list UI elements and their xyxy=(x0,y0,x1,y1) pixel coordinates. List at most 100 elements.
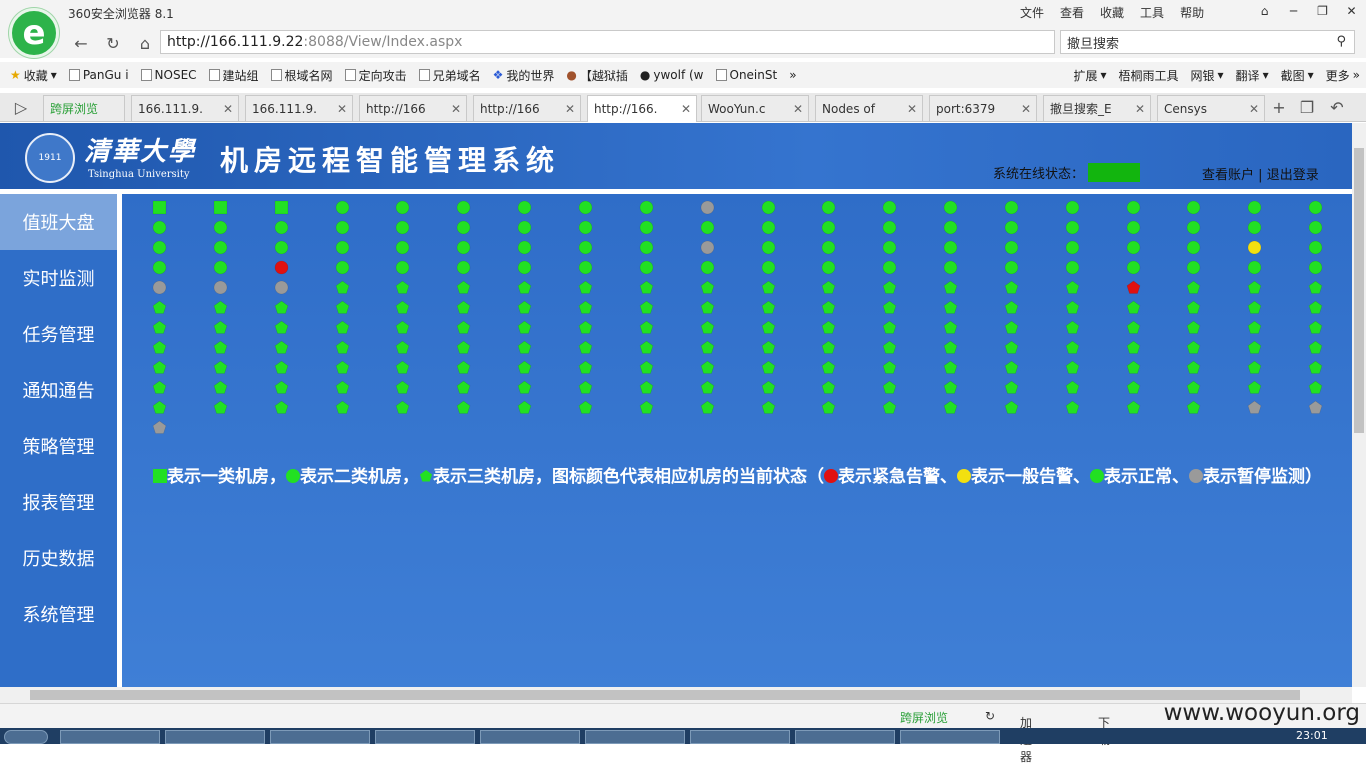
room-circle-normal-icon[interactable] xyxy=(882,220,897,235)
close-icon[interactable]: ✕ xyxy=(1337,0,1366,22)
room-pent-normal-icon[interactable] xyxy=(821,340,836,355)
sidebar-item-policy-management[interactable]: 策略管理 xyxy=(0,418,117,474)
room-circle-normal-icon[interactable] xyxy=(578,200,593,215)
room-circle-normal-icon[interactable] xyxy=(1308,260,1323,275)
room-circle-normal-icon[interactable] xyxy=(395,200,410,215)
room-circle-normal-icon[interactable] xyxy=(1308,220,1323,235)
sidebar-item-history-data[interactable]: 历史数据 xyxy=(0,530,117,586)
room-pent-normal-icon[interactable] xyxy=(1065,380,1080,395)
more-button[interactable]: 更多 » xyxy=(1320,67,1366,84)
room-pent-normal-icon[interactable] xyxy=(1004,400,1019,415)
room-pent-normal-icon[interactable] xyxy=(1308,360,1323,375)
room-pent-normal-icon[interactable] xyxy=(1126,300,1141,315)
bookmark-item[interactable]: OneinSt xyxy=(710,68,784,82)
room-circle-normal-icon[interactable] xyxy=(943,220,958,235)
room-pent-normal-icon[interactable] xyxy=(1065,400,1080,415)
room-pent-normal-icon[interactable] xyxy=(578,360,593,375)
room-circle-normal-icon[interactable] xyxy=(1065,200,1080,215)
room-pent-normal-icon[interactable] xyxy=(274,400,289,415)
room-circle-normal-icon[interactable] xyxy=(1065,260,1080,275)
room-pent-normal-icon[interactable] xyxy=(395,360,410,375)
refresh-icon[interactable]: ↻ xyxy=(102,32,124,54)
room-pent-normal-icon[interactable] xyxy=(1247,340,1262,355)
home-icon[interactable]: ⌂ xyxy=(134,32,156,54)
room-pent-normal-icon[interactable] xyxy=(517,280,532,295)
room-circle-normal-icon[interactable] xyxy=(335,220,350,235)
room-pent-normal-icon[interactable] xyxy=(1065,340,1080,355)
tab[interactable]: 撤旦搜索_E ✕ xyxy=(1043,95,1151,121)
room-pent-normal-icon[interactable] xyxy=(1004,280,1019,295)
room-circle-normal-icon[interactable] xyxy=(761,240,776,255)
room-pent-normal-icon[interactable] xyxy=(335,300,350,315)
room-pent-normal-icon[interactable] xyxy=(213,380,228,395)
room-circle-normal-icon[interactable] xyxy=(1065,220,1080,235)
vertical-scrollbar[interactable] xyxy=(1352,123,1366,687)
room-pent-normal-icon[interactable] xyxy=(1065,280,1080,295)
room-circle-normal-icon[interactable] xyxy=(152,220,167,235)
room-circle-normal-icon[interactable] xyxy=(821,240,836,255)
room-pent-normal-icon[interactable] xyxy=(395,300,410,315)
room-circle-normal-icon[interactable] xyxy=(395,260,410,275)
room-pent-normal-icon[interactable] xyxy=(761,360,776,375)
room-pent-normal-icon[interactable] xyxy=(943,280,958,295)
room-pent-normal-icon[interactable] xyxy=(152,360,167,375)
room-circle-normal-icon[interactable] xyxy=(335,240,350,255)
room-square-normal-icon[interactable] xyxy=(152,200,167,215)
room-circle-paused-icon[interactable] xyxy=(274,280,289,295)
room-circle-normal-icon[interactable] xyxy=(335,260,350,275)
browser-logo-icon[interactable]: e xyxy=(9,8,59,58)
room-circle-normal-icon[interactable] xyxy=(1186,260,1201,275)
view-account-link[interactable]: 查看账户 xyxy=(1202,168,1254,183)
room-circle-normal-icon[interactable] xyxy=(1004,200,1019,215)
room-pent-normal-icon[interactable] xyxy=(1186,400,1201,415)
search-icon[interactable]: ⚲ xyxy=(1336,34,1346,49)
room-circle-normal-icon[interactable] xyxy=(761,260,776,275)
sidebar-item-report-management[interactable]: 报表管理 xyxy=(0,474,117,530)
tab[interactable]: 166.111.9. ✕ xyxy=(131,95,239,121)
taskbar-item[interactable] xyxy=(690,730,790,744)
room-circle-normal-icon[interactable] xyxy=(1065,240,1080,255)
room-pent-normal-icon[interactable] xyxy=(761,400,776,415)
tab[interactable]: port:6379 ✕ xyxy=(929,95,1037,121)
room-pent-normal-icon[interactable] xyxy=(152,380,167,395)
room-pent-normal-icon[interactable] xyxy=(943,300,958,315)
room-circle-normal-icon[interactable] xyxy=(639,200,654,215)
room-circle-normal-icon[interactable] xyxy=(882,240,897,255)
room-square-normal-icon[interactable] xyxy=(213,200,228,215)
room-circle-normal-icon[interactable] xyxy=(639,260,654,275)
room-pent-normal-icon[interactable] xyxy=(456,400,471,415)
room-pent-paused-icon[interactable] xyxy=(152,420,167,435)
new-tab-icon[interactable]: + xyxy=(1268,96,1290,118)
room-pent-normal-icon[interactable] xyxy=(517,360,532,375)
room-pent-normal-icon[interactable] xyxy=(882,320,897,335)
room-pent-normal-icon[interactable] xyxy=(152,400,167,415)
room-pent-normal-icon[interactable] xyxy=(456,360,471,375)
horizontal-scrollbar[interactable] xyxy=(0,687,1352,703)
room-pent-normal-icon[interactable] xyxy=(943,380,958,395)
room-pent-normal-icon[interactable] xyxy=(395,340,410,355)
room-pent-normal-icon[interactable] xyxy=(1004,380,1019,395)
room-circle-normal-icon[interactable] xyxy=(1004,220,1019,235)
room-pent-normal-icon[interactable] xyxy=(882,300,897,315)
room-pent-normal-icon[interactable] xyxy=(456,300,471,315)
room-pent-normal-icon[interactable] xyxy=(1004,340,1019,355)
room-circle-normal-icon[interactable] xyxy=(578,260,593,275)
room-circle-normal-icon[interactable] xyxy=(882,200,897,215)
room-pent-normal-icon[interactable] xyxy=(943,400,958,415)
tools-button[interactable]: 梧桐雨工具 xyxy=(1112,67,1184,84)
room-pent-normal-icon[interactable] xyxy=(395,400,410,415)
room-pent-normal-icon[interactable] xyxy=(821,380,836,395)
room-pent-normal-icon[interactable] xyxy=(1308,280,1323,295)
room-pent-normal-icon[interactable] xyxy=(700,400,715,415)
room-pent-normal-icon[interactable] xyxy=(395,280,410,295)
room-pent-normal-icon[interactable] xyxy=(639,340,654,355)
room-circle-normal-icon[interactable] xyxy=(943,200,958,215)
bookmark-item[interactable]: PanGu i xyxy=(63,68,135,82)
bookmark-item[interactable]: 兄弟域名 xyxy=(413,67,487,84)
room-pent-normal-icon[interactable] xyxy=(335,280,350,295)
room-pent-normal-icon[interactable] xyxy=(821,360,836,375)
tab[interactable]: http://166 ✕ xyxy=(359,95,467,121)
tab[interactable]: http://166 ✕ xyxy=(473,95,581,121)
bookmark-favorites[interactable]: ★ 收藏 ▾ xyxy=(0,67,63,84)
room-circle-urgent-icon[interactable] xyxy=(274,260,289,275)
